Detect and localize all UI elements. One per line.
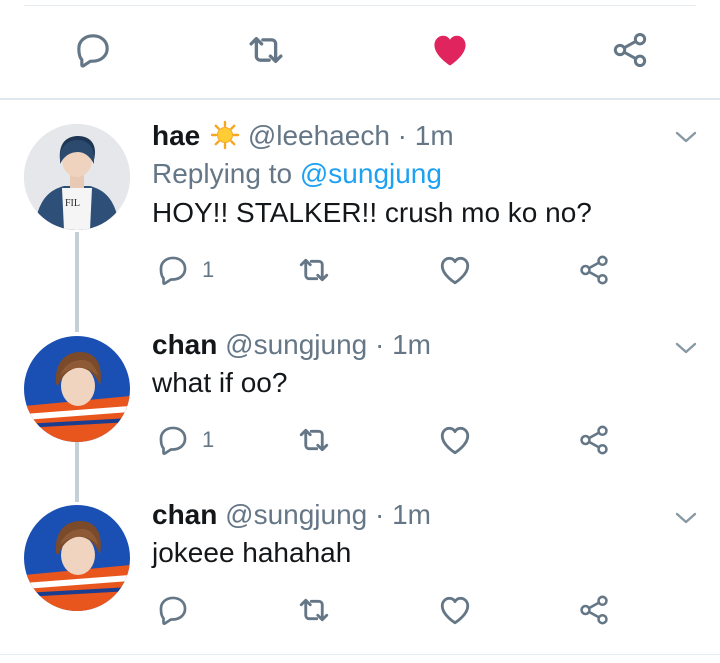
reply-count: 1 [202,427,215,452]
separator: · [375,329,385,360]
retweet-button[interactable] [296,590,332,630]
share-button[interactable] [577,420,611,460]
separator: · [375,499,385,530]
thread-connector [75,232,79,332]
share-icon [577,593,611,627]
share-icon [577,253,611,287]
retweet-icon [296,422,332,458]
section-divider [0,98,720,100]
bottom-divider [0,654,720,655]
display-name[interactable]: chan [152,499,217,530]
tweet-header: chan @sungjung · 1m [152,328,431,362]
tweet-text: jokeee hahahah [152,537,352,568]
reply-button[interactable] [156,590,190,630]
avatar[interactable] [24,336,130,442]
svg-text:FIL: FIL [65,198,80,209]
user-handle[interactable]: @sungjung [225,329,367,360]
retweet-icon [296,592,332,628]
avatar[interactable] [24,505,130,611]
display-name[interactable]: chan [152,329,217,360]
timestamp[interactable]: 1m [392,329,431,360]
like-button[interactable] [437,420,473,460]
replying-mention-link[interactable]: @sungjung [300,158,442,189]
reply-button[interactable]: 1 [156,420,214,460]
share-button[interactable] [577,250,611,290]
replying-prefix: Replying to [152,158,293,189]
sun-emoji [210,120,240,150]
share-button[interactable] [577,590,611,630]
user-handle[interactable]: @sungjung [225,499,367,530]
main-tweet-actions [0,0,720,100]
main-like-button[interactable] [426,26,474,74]
tweet-text: what if oo? [152,367,288,398]
share-icon [577,423,611,457]
retweet-button[interactable] [296,250,332,290]
heart-icon [437,592,473,628]
display-name[interactable]: hae [152,120,200,151]
chevron-down-icon[interactable] [672,508,700,528]
reply-button[interactable]: 1 [156,250,214,290]
like-button[interactable] [437,250,473,290]
reply-icon [156,253,190,287]
reply-icon [156,593,190,627]
tweet-text: HOY!! STALKER!! crush mo ko no? [152,197,592,228]
share-icon [610,30,650,70]
main-retweet-button[interactable] [242,26,290,74]
retweet-icon [296,252,332,288]
main-share-button[interactable] [606,26,654,74]
avatar[interactable]: FIL [24,124,130,230]
user-handle[interactable]: @leehaech [248,120,390,151]
timestamp[interactable]: 1m [392,499,431,530]
timestamp[interactable]: 1m [415,120,454,151]
heart-filled-icon [428,28,472,72]
tweet-header: chan @sungjung · 1m [152,498,431,532]
reply-icon [73,30,113,70]
chevron-down-icon[interactable] [672,338,700,358]
thread-connector [75,442,79,502]
chevron-down-icon[interactable] [672,127,700,147]
retweet-button[interactable] [296,420,332,460]
retweet-icon [245,29,287,71]
replying-to: Replying to @sungjung [152,157,442,191]
heart-icon [437,252,473,288]
main-reply-button[interactable] [69,26,117,74]
separator: · [397,120,407,151]
reply-count: 1 [202,257,215,282]
tweet-header: hae @leehaech · 1m [152,119,454,153]
heart-icon [437,422,473,458]
like-button[interactable] [437,590,473,630]
reply-icon [156,423,190,457]
